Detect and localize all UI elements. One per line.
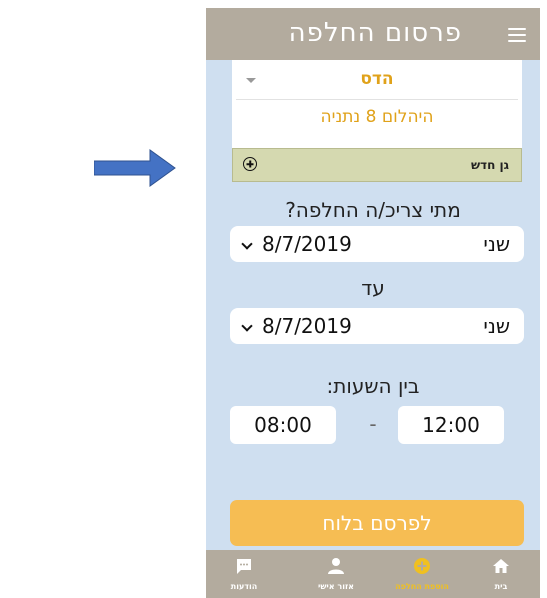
tab-add-exchange-label: הוספת החלפה: [395, 582, 449, 591]
tab-add-exchange[interactable]: הוספת החלפה: [390, 550, 454, 598]
start-time-input[interactable]: 08:00: [230, 406, 336, 444]
new-kindergarten-label: גן חדש: [470, 158, 509, 172]
page-title: פרסום החלפה: [288, 18, 462, 48]
tab-home[interactable]: בית: [469, 550, 533, 598]
to-day: שני: [483, 314, 510, 338]
chevron-down-icon: [241, 320, 253, 332]
kindergarten-address: היהלום 8 נתניה: [320, 107, 434, 127]
add-circle-icon: [414, 558, 430, 574]
plus-circle-icon: [243, 157, 257, 171]
to-date-select[interactable]: שני 8/7/2019: [230, 308, 524, 344]
hours-label: בין השעות:: [326, 374, 420, 398]
tab-personal-area[interactable]: אזור אישי: [304, 550, 368, 598]
caret-down-icon: [246, 78, 256, 83]
kindergarten-select[interactable]: הדס: [232, 60, 522, 100]
new-kindergarten-button[interactable]: גן חדש: [232, 148, 522, 182]
when-question: מתי צריכ/ה החלפה?: [285, 198, 461, 222]
chevron-down-icon: [241, 238, 253, 250]
from-day: שני: [483, 232, 510, 256]
from-date: 8/7/2019: [262, 232, 352, 256]
tab-home-label: בית: [494, 582, 508, 591]
kindergarten-selected: הדס: [360, 69, 394, 89]
to-date: 8/7/2019: [262, 314, 352, 338]
tab-messages[interactable]: הודעות: [212, 550, 276, 598]
tab-personal-area-label: אזור אישי: [318, 582, 354, 591]
bottom-tab-bar: בית הוספת החלפה אזור אישי הודעות: [206, 550, 540, 598]
home-icon: [493, 559, 509, 573]
message-icon: [237, 559, 251, 574]
divider: [236, 99, 518, 100]
phone-screen: פרסום החלפה הדס היהלום 8 נתניה גן חדש מת…: [206, 8, 540, 598]
publish-button[interactable]: לפרסם בלוח: [230, 500, 524, 546]
tab-messages-label: הודעות: [230, 582, 258, 591]
end-time-input[interactable]: 12:00: [398, 406, 504, 444]
top-bar: פרסום החלפה: [206, 8, 540, 60]
annotation-arrow-icon: [94, 149, 176, 187]
time-separator: -: [369, 412, 377, 436]
hamburger-icon[interactable]: [508, 28, 526, 42]
from-date-select[interactable]: שני 8/7/2019: [230, 226, 524, 262]
person-icon: [328, 558, 344, 574]
to-label: עד: [361, 276, 385, 300]
